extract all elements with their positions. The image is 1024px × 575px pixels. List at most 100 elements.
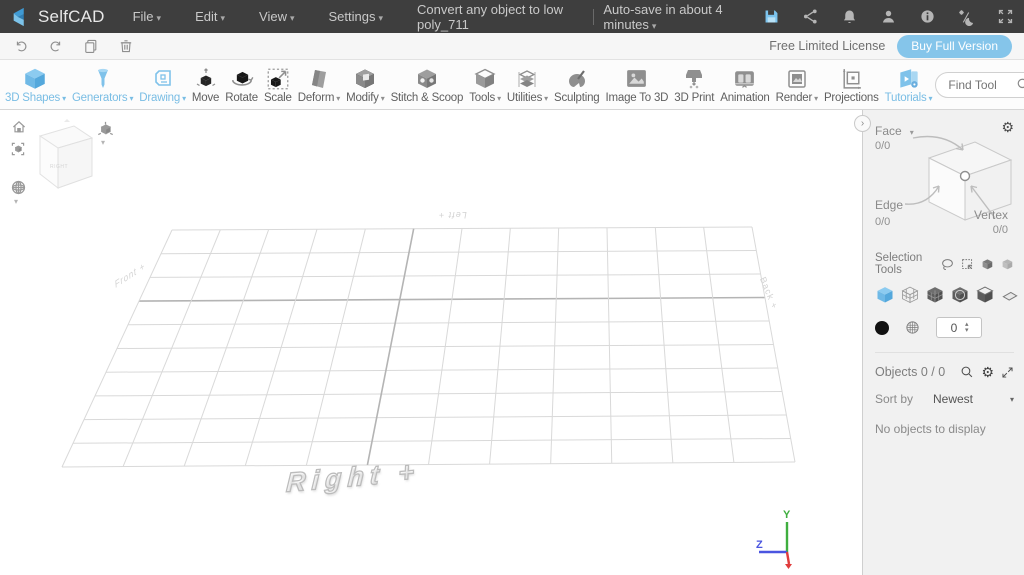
sculpting-brush-icon [565, 65, 589, 92]
tool-tutorials[interactable]: Tutorials▾ [882, 60, 936, 109]
save-icon[interactable] [762, 8, 780, 26]
soft-selection-sphere-icon[interactable] [905, 320, 920, 335]
rotate-icon [229, 65, 255, 92]
tool-label: 3D Shapes▾ [5, 92, 66, 105]
selection-tools-label: Selection Tools [875, 252, 941, 276]
select-solid-mode-icon[interactable] [875, 285, 895, 305]
chevron-down-icon: ▾ [929, 94, 933, 103]
viewport-3d[interactable]: RIGHT ▾ ▾ Left + Front + Back + Right + … [0, 110, 862, 575]
select-grid-mode-icon[interactable] [925, 285, 945, 305]
tool-move[interactable]: Move [189, 60, 222, 109]
notifications-icon[interactable] [840, 8, 858, 26]
menu-view[interactable]: View▾ [259, 9, 294, 24]
tool-tools[interactable]: Tools▾ [466, 60, 504, 109]
menu-edit[interactable]: Edit▾ [195, 9, 225, 24]
search-icon [1016, 77, 1024, 92]
select-wireframe-mode-icon[interactable] [900, 285, 920, 305]
volume-select-cube-icon[interactable] [1001, 258, 1014, 271]
selfcad-logo-icon [10, 6, 32, 28]
soft-selection-stepper[interactable]: ▴▾ [936, 317, 982, 338]
search-icon[interactable] [960, 365, 974, 379]
tool-generators[interactable]: Generators▾ [69, 60, 136, 109]
chevron-down-icon: ▾ [62, 94, 66, 103]
tool-utilities[interactable]: Utilities▾ [504, 60, 551, 109]
menu-file[interactable]: File▾ [133, 9, 161, 24]
tool-projections[interactable]: Projections [821, 60, 882, 109]
tools-icon [473, 65, 497, 92]
chevron-down-icon: ▾ [497, 94, 501, 103]
scale-icon [265, 65, 291, 92]
move-icon [194, 65, 218, 92]
stepper-down-icon[interactable]: ▾ [965, 328, 969, 334]
select-sphere-mode-icon[interactable] [950, 285, 970, 305]
selfcad-logo[interactable]: SelfCAD [10, 6, 105, 28]
info-icon[interactable] [918, 8, 936, 26]
tool-image-to-3d[interactable]: Image To 3D [603, 60, 672, 109]
redo-icon[interactable] [47, 38, 64, 55]
copy-icon[interactable] [82, 38, 99, 55]
tool-label: Animation [720, 92, 769, 105]
tool-3d-print[interactable]: 3D Print [671, 60, 717, 109]
focus-object-icon[interactable] [9, 140, 27, 158]
tutorials-play-icon [896, 65, 922, 92]
stitch-scoop-icon [415, 65, 439, 92]
tool-label: Image To 3D [606, 92, 669, 105]
tool-deform[interactable]: Deform▾ [295, 60, 343, 109]
theme-toggle-icon[interactable] [957, 8, 975, 26]
autosave-status[interactable]: Auto-save in about 4 minutes▾ [603, 2, 748, 32]
share-icon[interactable] [801, 8, 819, 26]
find-tool-search[interactable] [935, 72, 1024, 98]
workplane-grid [0, 110, 861, 575]
tool-rotate[interactable]: Rotate [222, 60, 261, 109]
selection-mode-illustration: Face▾ 0/0 ⚙ Edge 0/0 Vertex 0/0 [875, 120, 1014, 248]
objects-header-icons: ⚙ [960, 365, 1014, 379]
navigation-cube[interactable]: RIGHT [26, 118, 98, 200]
undo-icon[interactable] [12, 38, 29, 55]
chevron-right-icon: › [861, 118, 864, 129]
chevron-down-icon: ▾ [336, 94, 340, 103]
account-icon[interactable] [879, 8, 897, 26]
sort-order-select[interactable]: Newest ▾ [933, 392, 1014, 406]
panel-collapse-button[interactable]: › [854, 115, 871, 132]
tool-label: Modify▾ [346, 92, 385, 105]
brush-color-dot[interactable] [875, 321, 889, 335]
gear-icon[interactable]: ⚙ [981, 365, 994, 379]
marquee-select-icon[interactable] [961, 258, 974, 271]
select-open-cube-mode-icon[interactable] [975, 285, 995, 305]
chevron-down-icon[interactable]: ▾ [101, 138, 105, 147]
objects-empty-message: No objects to display [875, 422, 1014, 436]
stepper-value-input[interactable] [943, 321, 965, 335]
tool-scale[interactable]: Scale [261, 60, 295, 109]
paint-select-cube-icon[interactable] [981, 258, 994, 271]
project-title[interactable]: Convert any object to low poly_711 [417, 2, 583, 32]
tool-drawing[interactable]: Drawing▾ [136, 60, 189, 109]
delete-icon[interactable] [117, 38, 134, 55]
vertex-mode-label[interactable]: Vertex [974, 208, 1008, 222]
tool-3d-shapes[interactable]: 3D Shapes▾ [2, 60, 69, 109]
menu-settings[interactable]: Settings▾ [329, 9, 384, 24]
buy-full-version-button[interactable]: Buy Full Version [897, 35, 1012, 58]
chevron-down-icon[interactable]: ▾ [14, 197, 18, 206]
utilities-layers-icon [515, 65, 539, 92]
select-face-plane-mode-icon[interactable] [1000, 285, 1020, 305]
tool-stitch-scoop[interactable]: Stitch & Scoop [388, 60, 467, 109]
axis-view-icon[interactable] [96, 120, 114, 138]
title-divider [593, 9, 594, 25]
lasso-select-icon[interactable] [941, 258, 954, 271]
axis-z-label: Z [756, 539, 763, 551]
tool-modify[interactable]: Modify▾ [343, 60, 388, 109]
tool-render[interactable]: Render▾ [773, 60, 821, 109]
workplane-globe-icon[interactable] [9, 178, 27, 196]
tool-animation[interactable]: Animation [717, 60, 772, 109]
action-bar: Free Limited License Buy Full Version [0, 33, 1024, 60]
right-panel: › Face▾ 0/0 ⚙ Edge 0/0 Vertex 0/0 [862, 110, 1024, 575]
chevron-down-icon: ▾ [157, 13, 162, 23]
expand-icon[interactable] [1001, 366, 1014, 379]
selection-tools-header: Selection Tools [875, 252, 1014, 276]
chevron-down-icon: ▾ [129, 94, 133, 103]
tool-sculpting[interactable]: Sculpting [551, 60, 603, 109]
edge-mode-label[interactable]: Edge [875, 198, 903, 212]
find-tool-input[interactable] [948, 78, 1016, 92]
soft-selection-row: ▴▾ [875, 317, 1014, 338]
fullscreen-icon[interactable] [996, 8, 1014, 26]
